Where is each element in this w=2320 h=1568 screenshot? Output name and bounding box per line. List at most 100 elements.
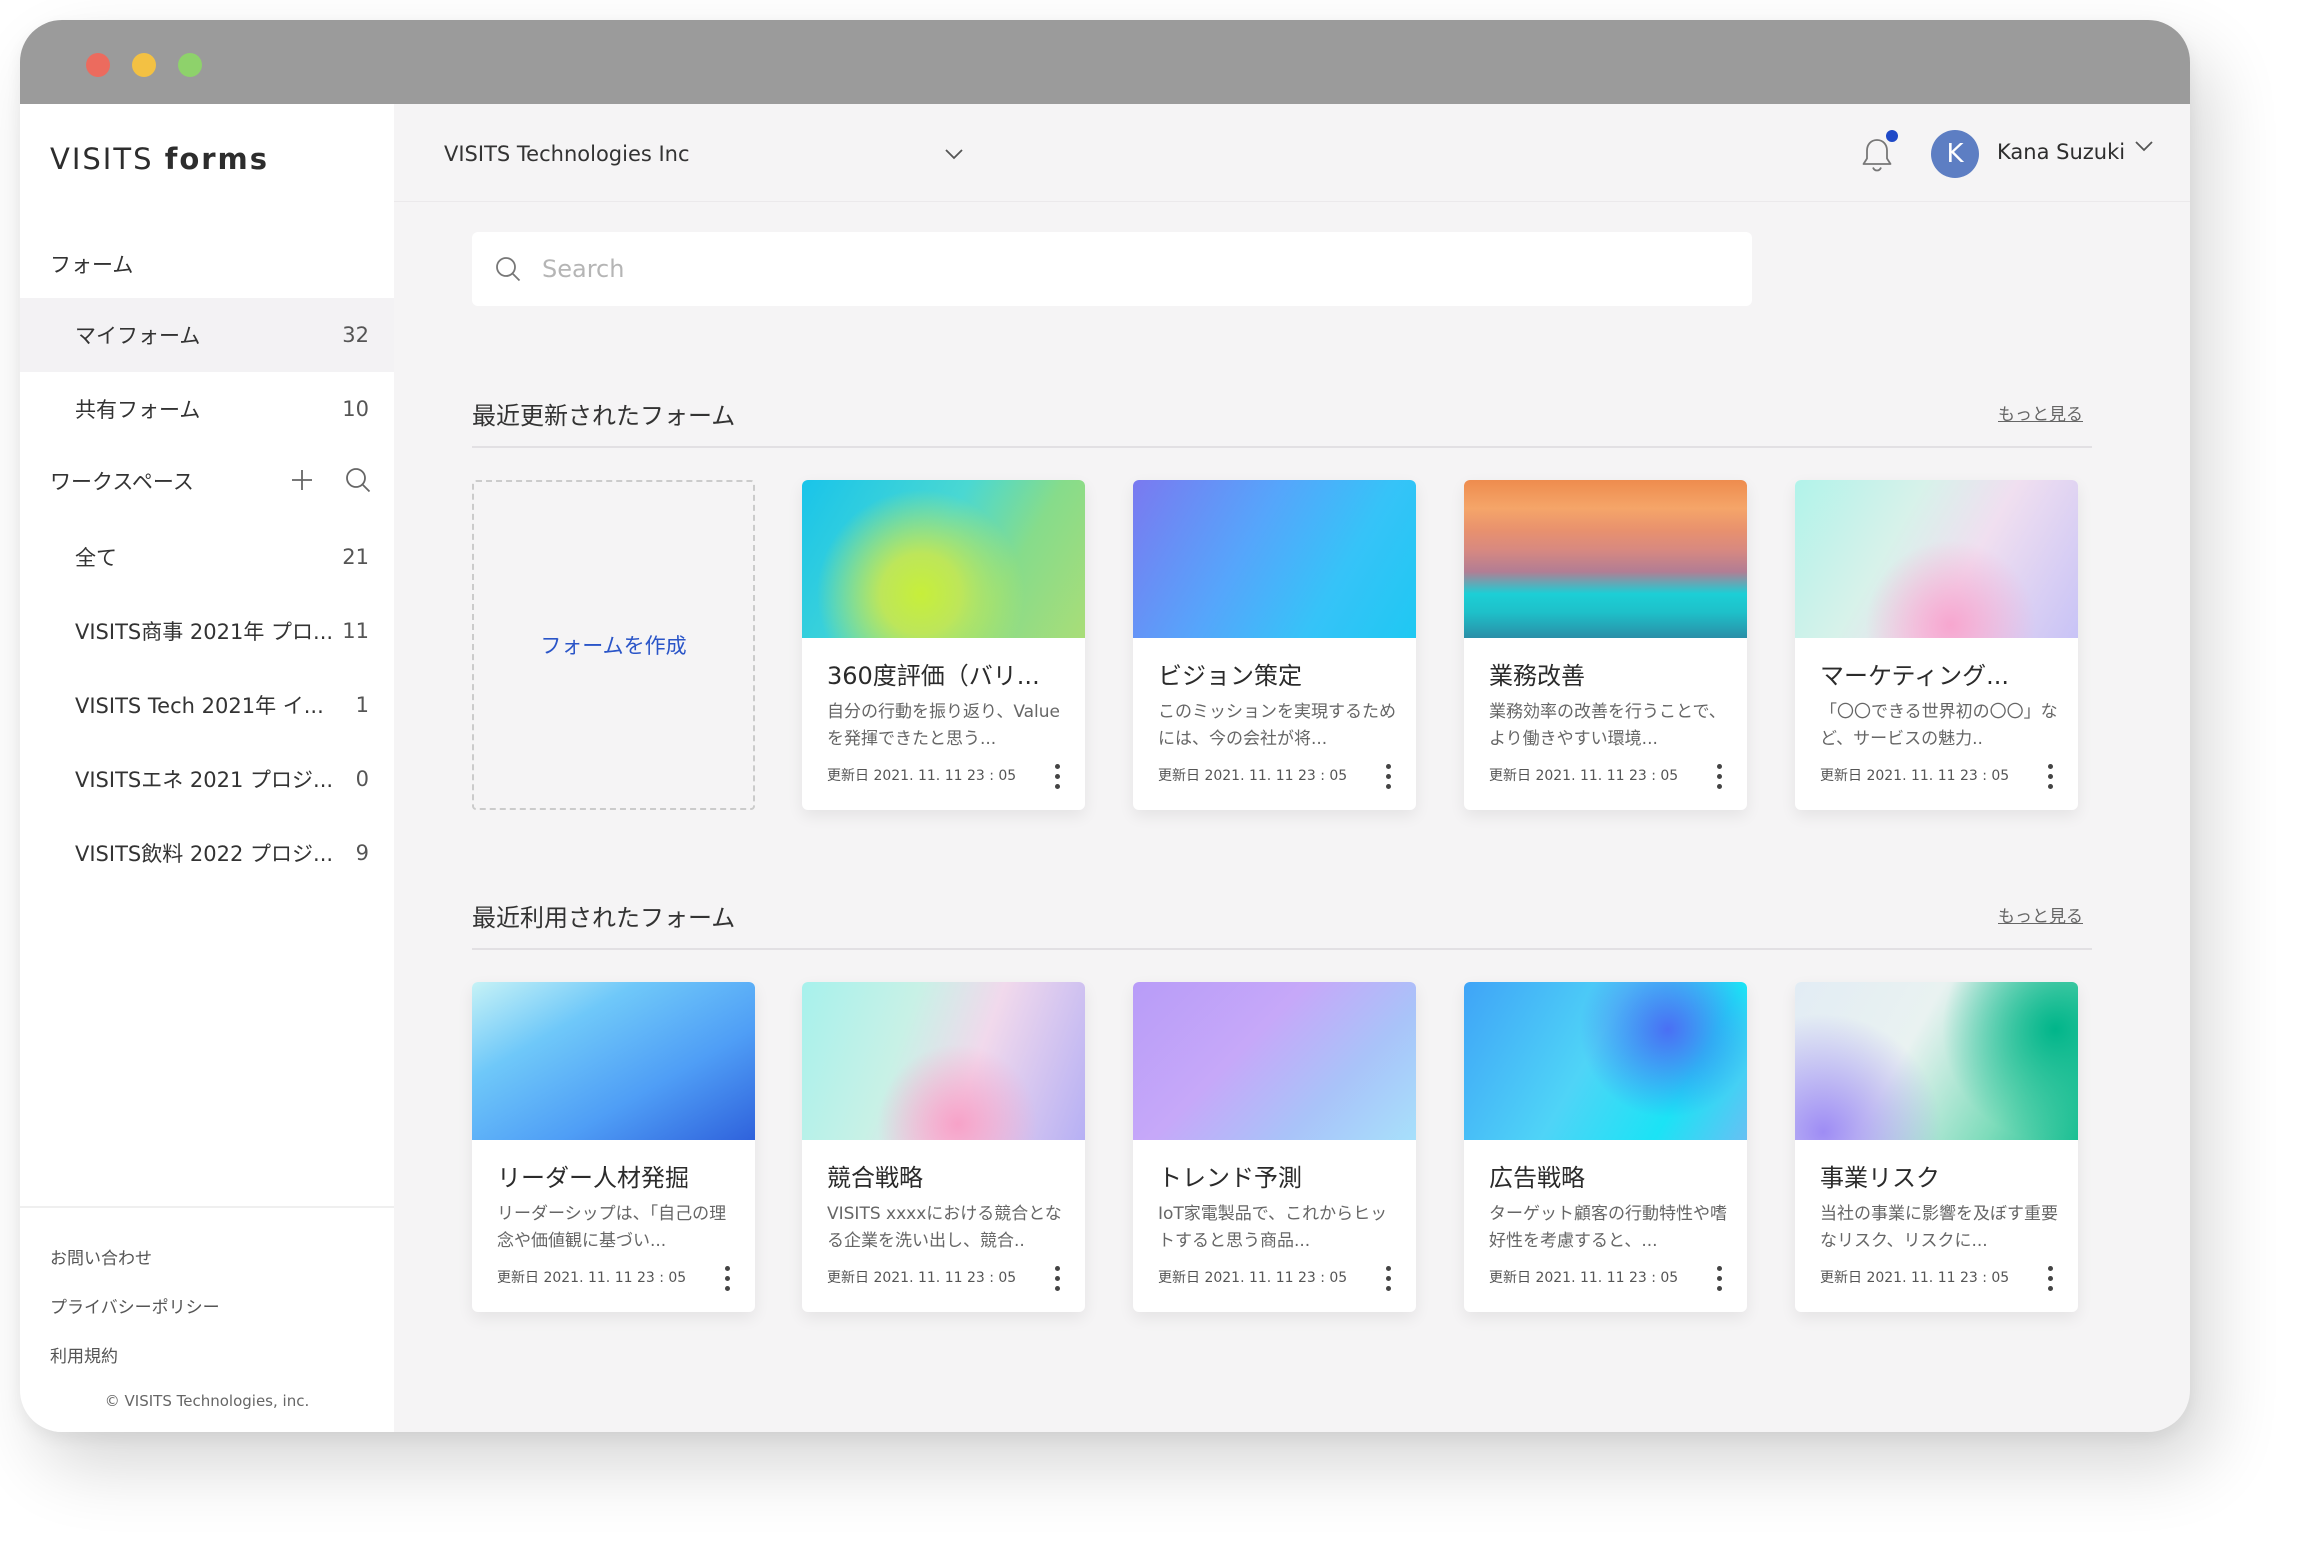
- recent-updated-title: 最近更新されたフォーム: [472, 402, 736, 430]
- sidebar-item-count: 21: [342, 545, 369, 569]
- recent-updated-more-link[interactable]: もっと見る: [1998, 400, 2083, 425]
- sidebar-item-count: 32: [342, 323, 369, 347]
- maximize-window-button[interactable]: [178, 53, 202, 77]
- card-date: 更新日 2021. 11. 11 23 : 05: [827, 1270, 1017, 1286]
- sidebar-item-shared-forms[interactable]: 共有フォーム 10: [20, 372, 394, 446]
- sidebar-item-workspace[interactable]: VISITS Tech 2021年 イ... 1: [20, 668, 394, 742]
- logo-sub-text: forms: [164, 142, 270, 176]
- card-date: 更新日 2021. 11. 11 23 : 05: [1489, 768, 1679, 784]
- create-form-label: フォームを作成: [540, 634, 687, 658]
- form-card[interactable]: トレンド予測 IoT家電製品で、これからヒットすると思う商品... 更新日 20…: [1133, 982, 1416, 1312]
- form-card[interactable]: 広告戦略 ターゲット顧客の行動特性や嗜好性を考慮すると、... 更新日 2021…: [1464, 982, 1747, 1312]
- more-options-icon[interactable]: [1047, 1263, 1067, 1293]
- card-description: IoT家電製品で、これからヒットすると思う商品...: [1158, 1204, 1388, 1251]
- more-options-icon[interactable]: [717, 1263, 737, 1293]
- card-date: 更新日 2021. 11. 11 23 : 05: [1820, 1270, 2010, 1286]
- recent-used-more-link[interactable]: もっと見る: [1998, 902, 2083, 927]
- copyright: © VISITS Technologies, inc.: [104, 1392, 310, 1410]
- more-options-icon[interactable]: [1047, 761, 1067, 791]
- card-title: マーケティング...: [1820, 662, 2009, 690]
- plus-icon[interactable]: [290, 468, 314, 492]
- sidebar-item-workspace[interactable]: VISITSエネ 2021 プロジ... 0: [20, 742, 394, 816]
- card-thumbnail: [472, 982, 755, 1140]
- sidebar-item-workspace[interactable]: VISITS商事 2021年 プロ... 11: [20, 594, 394, 668]
- create-form-card[interactable]: フォームを作成: [472, 480, 755, 810]
- more-options-icon[interactable]: [2040, 761, 2060, 791]
- workspace-actions: [290, 466, 372, 494]
- workspace-heading: ワークスペース: [50, 470, 194, 494]
- minimize-window-button[interactable]: [132, 53, 156, 77]
- section-divider: [472, 948, 2092, 950]
- search-icon[interactable]: [344, 466, 372, 494]
- card-date: 更新日 2021. 11. 11 23 : 05: [497, 1270, 687, 1286]
- form-card[interactable]: 競合戦略 VISITS xxxxにおける競合となる企業を洗い出し、競合.. 更新…: [802, 982, 1085, 1312]
- window-titlebar: [20, 20, 2190, 104]
- user-name[interactable]: Kana Suzuki: [1997, 140, 2125, 164]
- form-card[interactable]: 360度評価（バリ... 自分の行動を振り返り、Valueを発揮できたと思う..…: [802, 480, 1085, 810]
- notification-badge: [1886, 130, 1898, 142]
- card-description: 業務効率の改善を行うことで、より働きやすい環境...: [1489, 702, 1726, 749]
- form-card[interactable]: マーケティング... 「〇〇できる世界初の〇〇」など、サービスの魅力.. 更新日…: [1795, 480, 2078, 810]
- card-title: 広告戦略: [1489, 1164, 1585, 1192]
- search-input[interactable]: [542, 255, 1542, 283]
- form-card[interactable]: 業務改善 業務効率の改善を行うことで、より働きやすい環境... 更新日 2021…: [1464, 480, 1747, 810]
- card-title: 業務改善: [1489, 662, 1585, 690]
- card-thumbnail: [1133, 982, 1416, 1140]
- top-bar: VISITS Technologies Inc K Kana Suzuki: [394, 104, 2190, 202]
- privacy-policy-link[interactable]: プライバシーポリシー: [50, 1293, 220, 1318]
- card-date: 更新日 2021. 11. 11 23 : 05: [1158, 768, 1348, 784]
- more-options-icon[interactable]: [1378, 761, 1398, 791]
- more-options-icon[interactable]: [2040, 1263, 2060, 1293]
- card-title: 360度評価（バリ...: [827, 662, 1040, 690]
- sidebar-item-workspace[interactable]: VISITS飲料 2022 プロジ... 9: [20, 816, 394, 890]
- form-card[interactable]: ビジョン策定 このミッションを実現するためには、今の会社が将... 更新日 20…: [1133, 480, 1416, 810]
- chevron-down-icon: [945, 149, 963, 160]
- terms-link[interactable]: 利用規約: [50, 1342, 118, 1367]
- forms-heading: フォーム: [50, 253, 134, 277]
- recent-used-title: 最近利用されたフォーム: [472, 904, 736, 932]
- organization-select[interactable]: VISITS Technologies Inc: [444, 134, 964, 174]
- card-description: VISITS xxxxにおける競合となる企業を洗い出し、競合..: [827, 1204, 1062, 1251]
- card-title: トレンド予測: [1158, 1164, 1302, 1192]
- more-options-icon[interactable]: [1709, 761, 1729, 791]
- card-description: 自分の行動を振り返り、Valueを発揮できたと思う...: [827, 702, 1061, 749]
- card-date: 更新日 2021. 11. 11 23 : 05: [1820, 768, 2010, 784]
- more-options-icon[interactable]: [1709, 1263, 1729, 1293]
- search-icon: [496, 257, 521, 282]
- sidebar: VISITS forms フォーム マイフォーム 32 共有フォーム 10 ワー…: [20, 104, 394, 1432]
- card-description: 当社の事業に影響を及ぼす重要なリスク、リスクに...: [1820, 1204, 2058, 1251]
- sidebar-item-count: 10: [342, 397, 369, 421]
- card-thumbnail: [802, 982, 1085, 1140]
- organization-name: VISITS Technologies Inc: [444, 142, 690, 166]
- card-description: 「〇〇できる世界初の〇〇」など、サービスの魅力..: [1820, 702, 2058, 749]
- sidebar-item-label: マイフォーム: [75, 324, 201, 348]
- card-title: リーダー人材発掘: [497, 1164, 689, 1192]
- card-title: 事業リスク: [1820, 1164, 1940, 1192]
- card-thumbnail: [1464, 982, 1747, 1140]
- search-bar[interactable]: [472, 232, 1752, 306]
- card-description: ターゲット顧客の行動特性や嗜好性を考慮すると、...: [1489, 1204, 1727, 1251]
- section-divider: [472, 446, 2092, 448]
- sidebar-item-my-forms[interactable]: マイフォーム 32: [20, 298, 394, 372]
- card-title: ビジョン策定: [1158, 662, 1302, 690]
- sidebar-item-workspace-all[interactable]: 全て 21: [20, 520, 394, 594]
- card-title: 競合戦略: [827, 1164, 923, 1192]
- sidebar-item-label: VISITSエネ 2021 プロジ...: [75, 768, 334, 792]
- more-options-icon[interactable]: [1378, 1263, 1398, 1293]
- avatar[interactable]: K: [1931, 130, 1979, 178]
- app-logo[interactable]: VISITS forms: [50, 142, 269, 176]
- bell-icon[interactable]: [1860, 136, 1894, 174]
- form-card[interactable]: 事業リスク 当社の事業に影響を及ぼす重要なリスク、リスクに... 更新日 202…: [1795, 982, 2078, 1312]
- close-window-button[interactable]: [86, 53, 110, 77]
- card-date: 更新日 2021. 11. 11 23 : 05: [1158, 1270, 1348, 1286]
- chevron-down-icon[interactable]: [2134, 140, 2154, 152]
- card-thumbnail: [1795, 982, 2078, 1140]
- card-thumbnail: [1133, 480, 1416, 638]
- form-card[interactable]: リーダー人材発掘 リーダーシップは、「自己の理念や価値観に基づい... 更新日 …: [472, 982, 755, 1312]
- contact-link[interactable]: お問い合わせ: [50, 1244, 152, 1269]
- card-thumbnail: [802, 480, 1085, 638]
- sidebar-divider: [20, 1206, 394, 1208]
- card-date: 更新日 2021. 11. 11 23 : 05: [1489, 1270, 1679, 1286]
- card-date: 更新日 2021. 11. 11 23 : 05: [827, 768, 1017, 784]
- sidebar-item-label: 共有フォーム: [75, 398, 201, 422]
